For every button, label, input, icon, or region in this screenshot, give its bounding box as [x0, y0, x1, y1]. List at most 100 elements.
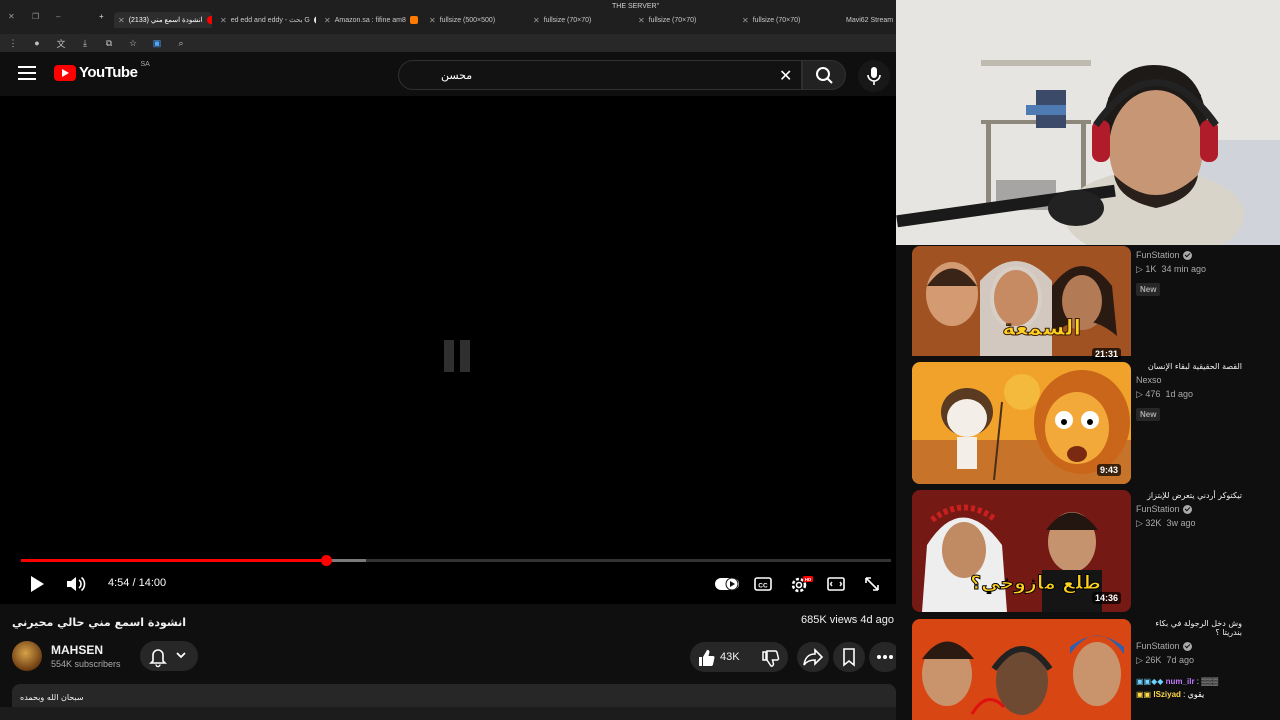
- tab-fullsize-500[interactable]: ✕ fullsize (500×500): [429, 12, 525, 28]
- tab-youtube[interactable]: ✕ (2133) انشودة اسمع مني: [114, 12, 212, 28]
- video-title: القصة الحقيقية لبقاء الإنسان: [1147, 362, 1242, 371]
- upload-age: 7d ago: [1166, 655, 1194, 665]
- view-count: 26K: [1145, 655, 1162, 665]
- logo-text: YouTube: [79, 64, 138, 81]
- play-icon[interactable]: [28, 574, 46, 594]
- save-button[interactable]: [833, 642, 865, 672]
- progress-bar[interactable]: [21, 555, 891, 566]
- close-icon[interactable]: ✕: [118, 16, 125, 25]
- scrubber-handle[interactable]: [320, 555, 332, 566]
- channel-avatar[interactable]: [12, 641, 42, 671]
- recommendation-meta[interactable]: القصة الحقيقية لبقاء الإنسان Nexso ▷ 476…: [1136, 362, 1276, 422]
- like-icon[interactable]: [696, 648, 716, 668]
- bookmark-star-icon[interactable]: ☆: [126, 38, 140, 49]
- browser-tab-strip: ✕ ❐ – + THE SERVER" ✕ (2133) انشودة اسمع…: [0, 0, 896, 34]
- search-input[interactable]: [399, 61, 801, 89]
- more-icon[interactable]: ⋮: [6, 38, 20, 49]
- settings-gear-icon[interactable]: HD: [789, 574, 815, 594]
- upload-age: 1d ago: [1165, 389, 1193, 399]
- menu-icon[interactable]: [18, 66, 36, 82]
- channel-name[interactable]: MAHSEN: [51, 643, 103, 657]
- tab-label: Amazon.sa : fifine am8: [334, 16, 406, 24]
- notification-bell-button[interactable]: [140, 641, 198, 671]
- translate-icon[interactable]: 文: [54, 37, 68, 50]
- tab-label: ed edd and eddy - بحث G: [230, 17, 310, 24]
- profile-icon[interactable]: ●: [30, 38, 44, 48]
- video-stats: 685K views 4d ago: [801, 614, 894, 626]
- chat-username: lSziyad: [1153, 690, 1181, 699]
- tab-fullsize-70-a[interactable]: ✕ fullsize (70×70): [533, 12, 629, 28]
- stream-chat-overlay: ▣▣◆◆ num_ilr : ▒▒▒ ▣▣ lSziyad : يقوي: [1136, 677, 1219, 699]
- close-icon[interactable]: ✕: [638, 16, 645, 25]
- channel-name[interactable]: FunStation: [1136, 641, 1180, 651]
- search-box: ✕: [398, 60, 802, 90]
- svg-text:HD: HD: [805, 577, 812, 582]
- close-icon[interactable]: ✕: [220, 16, 227, 25]
- tab-mavi-stream[interactable]: Mavi62 Stream: [846, 12, 896, 28]
- streamer-webcam-image: [896, 0, 1280, 245]
- close-window-icon[interactable]: ✕: [8, 12, 15, 21]
- view-count: 1K: [1145, 264, 1157, 274]
- window-title: THE SERVER": [612, 3, 660, 10]
- close-icon[interactable]: ✕: [533, 16, 540, 25]
- view-count: 32K: [1145, 518, 1162, 528]
- search-button[interactable]: [802, 60, 846, 90]
- recommendation-thumbnail[interactable]: 9:43: [912, 362, 1131, 484]
- view-count: 476: [1145, 389, 1161, 399]
- youtube-header: YouTube SA ✕: [0, 52, 896, 96]
- video-duration: 9:43: [1096, 464, 1121, 476]
- recommendation-thumbnail[interactable]: [912, 619, 1131, 720]
- tab-label: fullsize (500×500): [439, 16, 496, 24]
- zoom-icon[interactable]: ⌕: [174, 38, 188, 49]
- tab-label: Mavi62 Stream: [846, 16, 894, 24]
- youtube-play-logo-icon: [54, 64, 76, 81]
- recommendation-thumbnail[interactable]: طلع مازوخي؟ 14:36: [912, 490, 1131, 612]
- tab-amazon[interactable]: ✕ Amazon.sa : fifine am8: [324, 12, 420, 28]
- close-icon[interactable]: ✕: [324, 16, 331, 25]
- description-text: سبحان الله وبحمده: [20, 693, 84, 702]
- thumbnail-caption: طلع مازوخي؟: [970, 572, 1102, 595]
- channel-name[interactable]: FunStation: [1136, 250, 1180, 260]
- restore-window-icon[interactable]: ❐: [32, 12, 39, 21]
- amazon-favicon-icon: [409, 16, 418, 24]
- tab-fullsize-70-b[interactable]: ✕ fullsize (70×70): [638, 12, 734, 28]
- extensions-icon[interactable]: ⧉: [102, 38, 116, 49]
- recommendation-meta[interactable]: FunStation ▷ 1K 34 min ago New: [1136, 250, 1276, 297]
- video-title: وش دخل الرجولة في بكاء بندريتا ؟: [1155, 619, 1242, 637]
- bell-icon: [149, 649, 186, 668]
- verified-icon: [1182, 641, 1192, 651]
- download-icon[interactable]: ⤓: [78, 38, 92, 49]
- tab-google-search[interactable]: ✕ ed edd and eddy - بحث G: [220, 12, 316, 28]
- theater-mode-icon[interactable]: [826, 574, 846, 594]
- recommendation-meta[interactable]: تيكتوكر أردني يتعرض للإبتزاز FunStation …: [1136, 491, 1276, 533]
- tab-fullsize-70-c[interactable]: ✕ fullsize (70×70): [742, 12, 838, 28]
- channel-name[interactable]: Nexso: [1136, 375, 1162, 385]
- voice-search-button[interactable]: [858, 60, 890, 92]
- tab-label: fullsize (70×70): [648, 16, 697, 24]
- video-duration: 14:36: [1091, 592, 1121, 604]
- share-button[interactable]: [797, 642, 829, 672]
- youtube-logo[interactable]: YouTube SA: [54, 61, 150, 81]
- played-bar: [21, 559, 326, 562]
- verified-icon: [1182, 250, 1192, 260]
- paused-overlay-icon: [444, 340, 470, 372]
- recommendation-thumbnail[interactable]: السمعة 21:31: [912, 246, 1131, 368]
- captions-icon[interactable]: CC: [753, 574, 773, 594]
- autoplay-toggle-icon[interactable]: [714, 574, 740, 594]
- close-icon[interactable]: ✕: [429, 16, 436, 25]
- extension-icon[interactable]: ▣: [150, 38, 164, 49]
- clear-search-icon[interactable]: ✕: [779, 66, 792, 86]
- browser-toolbar: ⋮ ● 文 ⤓ ⧉ ☆ ▣ ⌕: [0, 34, 896, 52]
- volume-icon[interactable]: [65, 574, 87, 594]
- fullscreen-icon[interactable]: [862, 574, 882, 594]
- minimize-window-icon[interactable]: –: [56, 12, 60, 21]
- channel-name[interactable]: FunStation: [1136, 504, 1180, 514]
- recommendation-meta[interactable]: وش دخل الرجولة في بكاء بندريتا ؟ FunStat…: [1136, 619, 1276, 670]
- svg-text:CC: CC: [758, 583, 768, 590]
- close-icon[interactable]: ✕: [742, 16, 749, 25]
- dislike-icon[interactable]: [760, 648, 780, 668]
- verified-icon: [1182, 504, 1192, 514]
- new-tab-icon[interactable]: +: [99, 12, 104, 21]
- share-icon: [803, 648, 824, 666]
- thumbnail-image: [912, 619, 1131, 720]
